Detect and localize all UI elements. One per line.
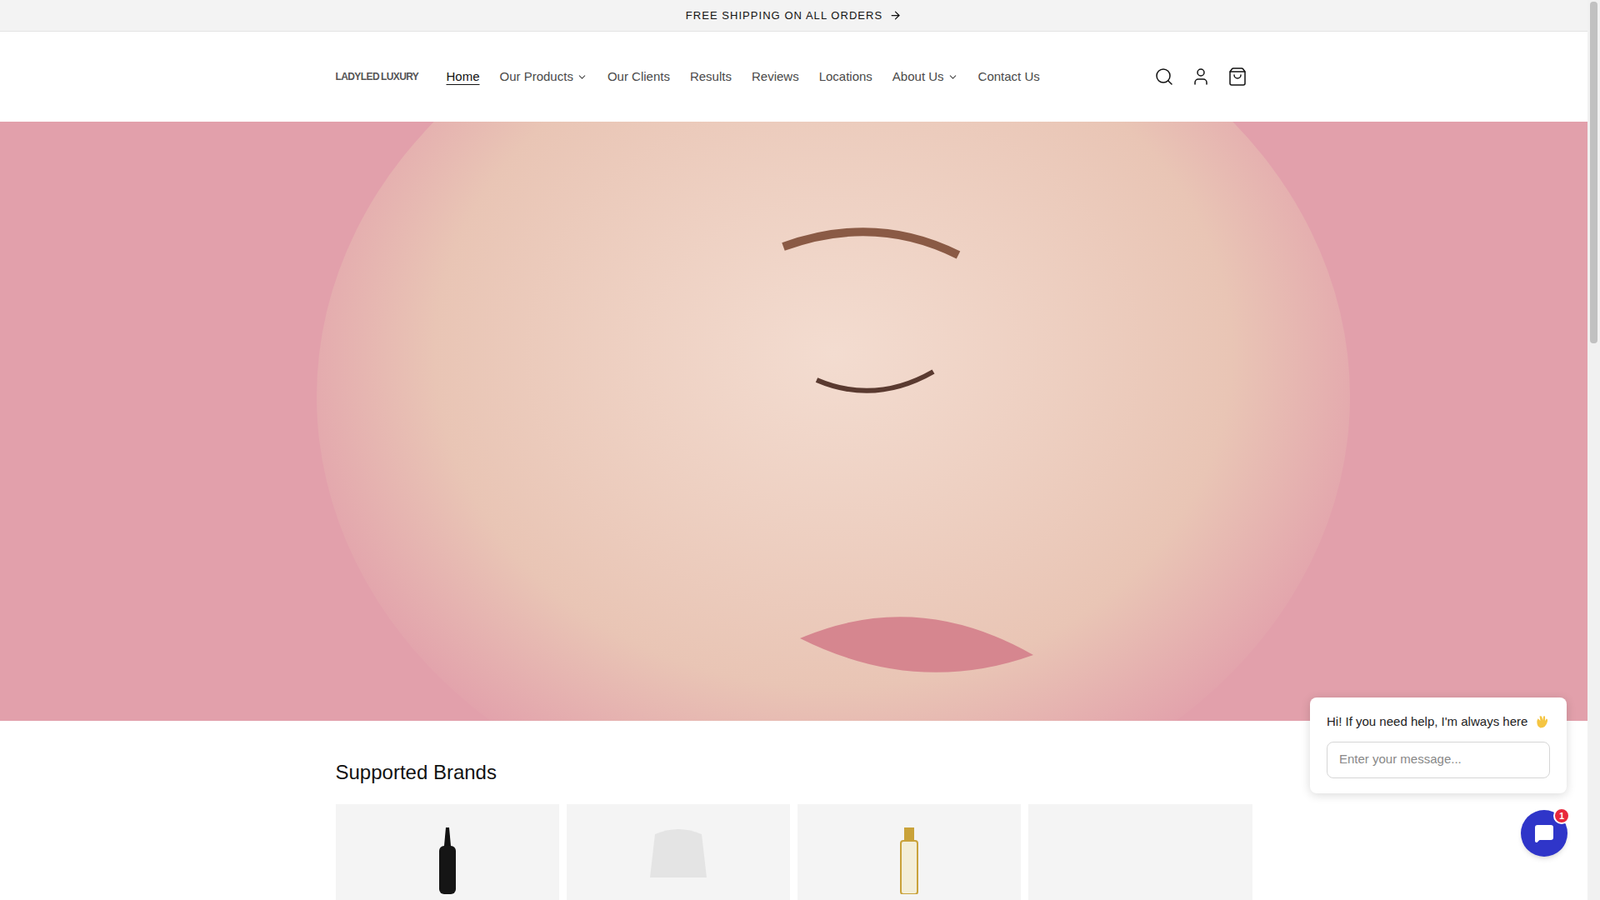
nav-item[interactable]: Home: [436, 60, 490, 94]
page: FREE SHIPPING ON ALL ORDERS LADYLEDLUXURY…: [0, 0, 1600, 900]
brand-card[interactable]: [566, 804, 790, 900]
nav-item[interactable]: Results: [680, 60, 742, 94]
nav-item[interactable]: Contact Us: [968, 60, 1050, 94]
nav-item[interactable]: Our Products: [490, 60, 598, 94]
announcement-text[interactable]: FREE SHIPPING ON ALL ORDERS: [685, 7, 883, 25]
announcement-bar[interactable]: FREE SHIPPING ON ALL ORDERS: [0, 0, 1588, 32]
main-nav: HomeOur ProductsOur ClientsResultsReview…: [436, 60, 1050, 94]
product-image: [645, 827, 712, 878]
nav-item[interactable]: About Us: [882, 60, 969, 94]
scrollbar[interactable]: [1587, 0, 1600, 900]
chat-input[interactable]: Enter your message...: [1326, 741, 1550, 779]
logo[interactable]: LADYLEDLUXURY: [335, 55, 416, 99]
chat-popup: Hi! If you need help, I'm always here Ent…: [1310, 697, 1567, 794]
waving-hand-icon: [1534, 713, 1550, 730]
chevron-down-icon: [576, 71, 588, 83]
chat-icon: [1534, 823, 1555, 844]
hero-image: [0, 121, 1588, 721]
brand-card[interactable]: [797, 804, 1021, 900]
nav-item[interactable]: Reviews: [741, 60, 810, 94]
arrow-right-icon: [889, 9, 902, 22]
brands-section: Supported Brands: [335, 720, 1253, 900]
brand-card[interactable]: [1028, 804, 1252, 900]
search-icon[interactable]: [1154, 66, 1175, 87]
account-icon[interactable]: [1190, 66, 1211, 87]
chat-badge: 1: [1553, 807, 1570, 825]
cart-icon[interactable]: [1227, 66, 1248, 87]
chevron-down-icon: [947, 71, 959, 83]
brand-card[interactable]: [335, 804, 560, 900]
product-image: [430, 827, 465, 895]
nav-item[interactable]: Locations: [809, 60, 883, 94]
nav-item[interactable]: Our Clients: [597, 60, 680, 94]
product-image: [892, 827, 926, 895]
header: LADYLEDLUXURY HomeOur ProductsOur Clients…: [0, 31, 1588, 122]
section-title: Supported Brands: [335, 757, 1253, 788]
chat-button[interactable]: 1: [1520, 810, 1568, 857]
chat-greeting: Hi! If you need help, I'm always here: [1326, 712, 1528, 732]
product-image: [1123, 827, 1157, 895]
scrollbar-thumb[interactable]: [1590, 1, 1598, 344]
